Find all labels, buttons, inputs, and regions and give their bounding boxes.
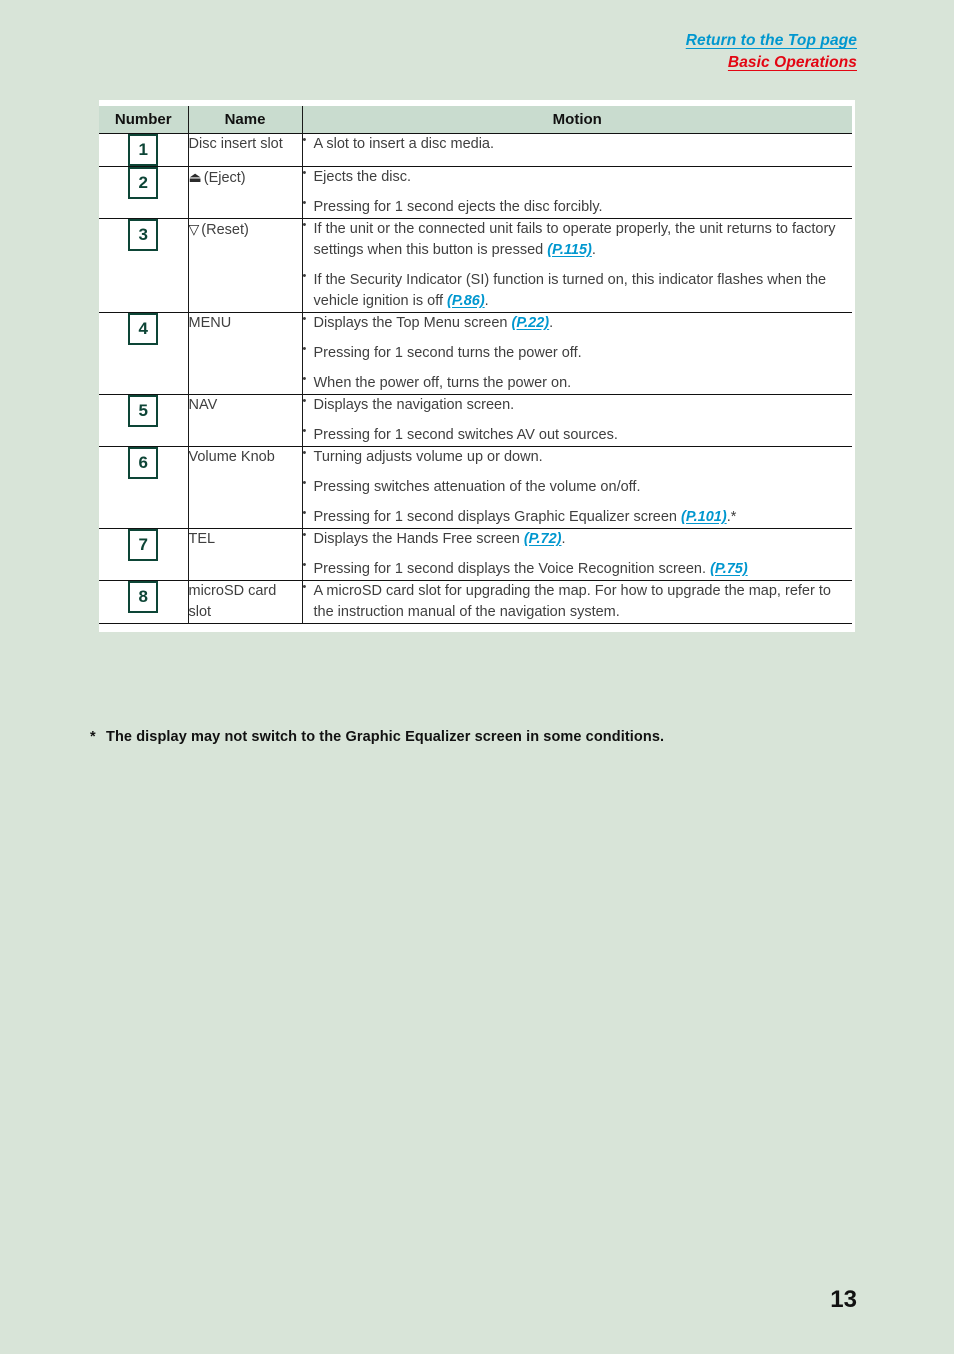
motion-item: Displays the navigation screen. [303, 394, 853, 416]
reset-triangle-icon: ▽ [188, 221, 200, 238]
cell-name: microSD card slot [187, 580, 302, 624]
table-row: 7 TEL Displays the Hands Free screen (P.72… [99, 528, 853, 581]
cell-number: 3 [99, 219, 188, 313]
cell-number: 6 [99, 447, 188, 529]
motion-item: Pressing for 1 second turns the power of… [303, 342, 853, 364]
motion-item: Pressing for 1 second ejects the disc fo… [303, 196, 853, 218]
motion-list: A microSD card slot for upgrading the ma… [303, 580, 853, 623]
cell-motion: Displays the Top Menu screen (P.22). Pres… [301, 312, 853, 395]
footnote-text: The display may not switch to the Graphi… [106, 729, 665, 745]
name-label: (Reset) [201, 222, 249, 239]
motion-item: If the Security Indicator (SI) function … [303, 269, 853, 312]
column-header-motion: Motion [301, 106, 852, 134]
cell-name: Volume Knob [187, 446, 302, 529]
motion-list: Displays the Hands Free screen (P.72). Pr… [303, 528, 853, 580]
page-reference-link[interactable]: (P.115) [547, 242, 592, 258]
cell-motion: If the unit or the connected unit fails … [301, 218, 853, 313]
cell-name: Disc insert slot [187, 133, 302, 167]
cell-number: 5 [99, 395, 188, 447]
page-reference-link[interactable]: (P.75) [710, 561, 748, 577]
table-row: 1 Disc insert slot A slot to insert a disc… [99, 133, 853, 167]
page-number: 13 [830, 1286, 857, 1313]
motion-item: Pressing switches attenuation of the vol… [303, 476, 853, 498]
basic-operations-link[interactable]: Basic Operations [728, 53, 857, 74]
motion-item: Displays the Top Menu screen (P.22). [303, 312, 853, 334]
cell-number: 2 [99, 167, 188, 219]
cell-name: MENU [187, 312, 302, 395]
number-badge: 2 [128, 167, 159, 199]
number-badge: 3 [128, 219, 159, 252]
cell-name: NAV [187, 394, 302, 447]
table-row: 6 Volume Knob Turning adjusts volume up or… [99, 446, 853, 529]
name-label: TEL [188, 531, 216, 548]
header-links: Return to the Top page Basic Operations [686, 30, 857, 74]
motion-item: Turning adjusts volume up or down. [303, 446, 853, 468]
table-body: 1 Disc insert slot A slot to insert a disc… [99, 133, 853, 624]
number-badge: 8 [128, 581, 159, 614]
motion-item: If the unit or the connected unit fails … [303, 218, 853, 261]
cell-motion: Displays the Hands Free screen (P.72). Pr… [301, 528, 853, 581]
table-header: Number Name Motion [99, 106, 852, 134]
cell-motion: Ejects the disc. Pressing for 1 second ej… [301, 166, 853, 219]
cell-number: 8 [99, 581, 188, 624]
footnote-marker: * [90, 729, 96, 745]
motion-item: When the power off, turns the power on. [303, 372, 853, 394]
cell-name: TEL [187, 528, 302, 581]
cell-name: ⏏ (Eject) [187, 166, 302, 219]
table-row: 8 microSD card slot A microSD card slot fo… [99, 580, 853, 624]
name-label: MENU [188, 315, 232, 332]
table-row: 5 NAV Displays the navigation screen. Press… [99, 394, 853, 447]
name-label: NAV [188, 397, 218, 414]
page-reference-link[interactable]: (P.22) [512, 315, 550, 331]
column-header-number: Number [99, 106, 188, 134]
motion-item: Pressing for 1 second displays Graphic E… [303, 506, 853, 528]
motion-list: Displays the navigation screen. Pressing … [303, 394, 853, 446]
number-badge: 5 [128, 395, 159, 428]
cell-motion: Turning adjusts volume up or down. Pressi… [301, 446, 853, 529]
table-row: 4 MENU Displays the Top Menu screen (P.22)… [99, 312, 853, 395]
motion-list: Ejects the disc. Pressing for 1 second ej… [303, 166, 853, 218]
number-badge: 7 [128, 529, 159, 562]
control-reference-table: Number Name Motion 1 Disc insert slot A sl… [99, 106, 852, 624]
number-badge: 6 [128, 447, 159, 480]
number-badge: 1 [128, 134, 159, 166]
motion-item: Displays the Hands Free screen (P.72). [303, 528, 853, 550]
motion-item: Pressing for 1 second displays the Voice… [303, 558, 853, 580]
cell-motion: A slot to insert a disc media. [301, 133, 853, 167]
cell-number: 4 [99, 313, 188, 395]
page-reference-link[interactable]: (P.101) [681, 509, 727, 525]
name-label: Disc insert slot [188, 136, 283, 152]
column-header-name: Name [187, 106, 302, 134]
motion-list: Displays the Top Menu screen (P.22). Pres… [303, 312, 853, 394]
eject-icon: ⏏ [188, 169, 202, 185]
return-to-top-page-link[interactable]: Return to the Top page [686, 31, 857, 52]
cell-motion: A microSD card slot for upgrading the ma… [301, 580, 853, 624]
page-reference-link[interactable]: (P.86) [447, 293, 485, 309]
name-label: microSD card slot [188, 583, 277, 621]
page-reference-link[interactable]: (P.72) [524, 531, 562, 547]
motion-list: Turning adjusts volume up or down. Pressi… [303, 446, 853, 528]
motion-list: If the unit or the connected unit fails … [303, 218, 853, 312]
number-badge: 4 [128, 313, 159, 346]
motion-item: Pressing for 1 second switches AV out so… [303, 424, 853, 446]
cell-motion: Displays the navigation screen. Pressing … [301, 394, 853, 447]
motion-item: Ejects the disc. [303, 166, 853, 188]
motion-item: A microSD card slot for upgrading the ma… [303, 580, 853, 623]
cell-number: 1 [99, 134, 188, 167]
cell-name: ▽ (Reset) [187, 218, 302, 313]
footnote: * The display may not switch to the Graph… [90, 729, 664, 745]
motion-item: A slot to insert a disc media. [303, 133, 853, 155]
table-row: 3▽(Reset)If the unit or the connected un… [99, 218, 853, 313]
table-header-row: Number Name Motion [99, 106, 852, 134]
table-row: 2⏏(Eject)Ejects the disc.Pressing for 1 … [99, 166, 853, 219]
cell-number: 7 [99, 529, 188, 581]
motion-list: A slot to insert a disc media. [303, 133, 853, 155]
name-label: (Eject) [203, 170, 246, 186]
spec-table-panel: Number Name Motion 1 Disc insert slot A sl… [99, 100, 855, 633]
name-label: Volume Knob [188, 449, 275, 466]
